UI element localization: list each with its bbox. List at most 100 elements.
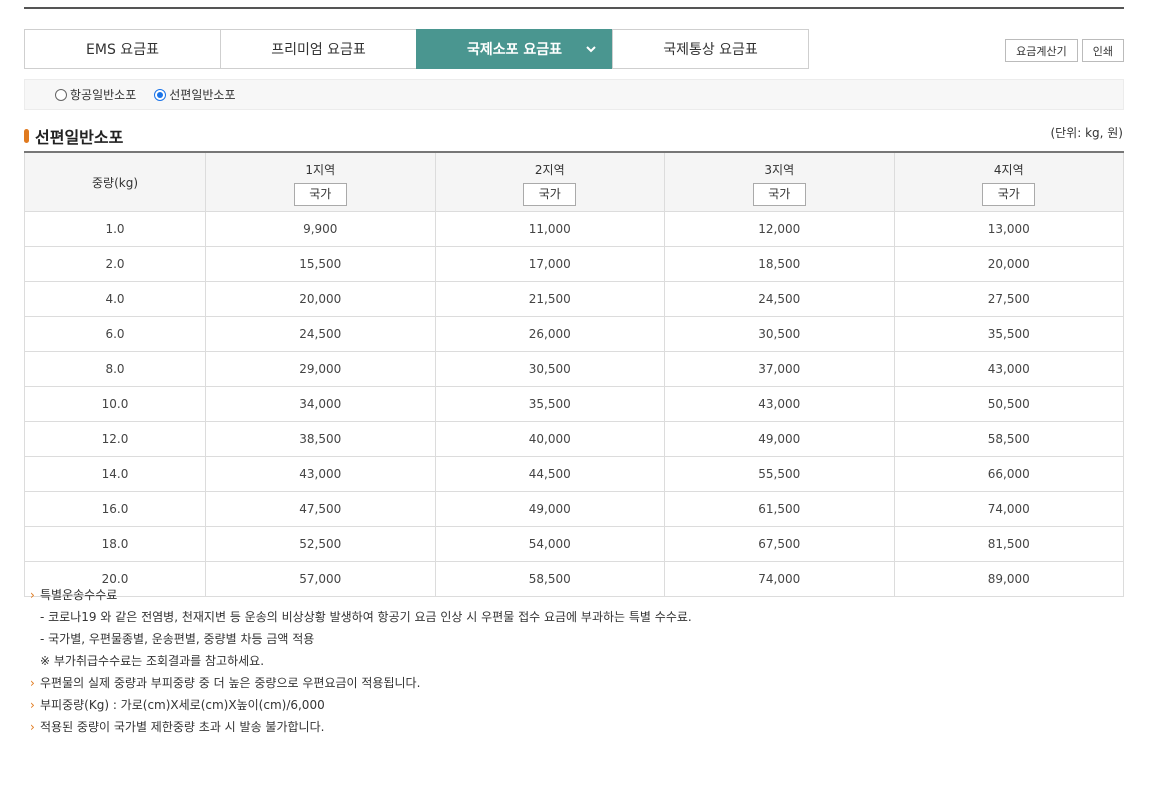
note-text: - 국가별, 우편물종별, 운송편별, 중량별 차등 금액 적용 bbox=[40, 632, 315, 646]
radio-air-parcel-circle[interactable] bbox=[55, 88, 67, 101]
region-header-3: 3지역 국가 bbox=[664, 151, 895, 212]
rate-cell: 30,500 bbox=[434, 351, 665, 387]
rate-table: 중량(kg) 1지역 국가 2지역 국가 3지역 국가 4지역 국가 1.0 9… bbox=[24, 151, 1124, 597]
tab-premium-label: 프리미엄 요금표 bbox=[271, 42, 366, 58]
table-row: 10.0 34,000 35,500 43,000 50,500 bbox=[24, 386, 1124, 422]
note-arrow-icon: › bbox=[30, 720, 35, 734]
table-row: 2.0 15,500 17,000 18,500 20,000 bbox=[24, 246, 1124, 282]
rate-tabs: EMS 요금표 프리미엄 요금표 국제소포 요금표 국제통상 요금표 bbox=[24, 29, 809, 69]
rate-cell: 50,500 bbox=[893, 386, 1124, 422]
weight-cell: 8.0 bbox=[24, 351, 206, 387]
rate-cell: 89,000 bbox=[893, 561, 1124, 597]
weight-cell: 12.0 bbox=[24, 421, 206, 457]
rate-cell: 37,000 bbox=[664, 351, 895, 387]
country-button-2[interactable]: 국가 bbox=[523, 182, 577, 206]
table-row: 16.0 47,500 49,000 61,500 74,000 bbox=[24, 491, 1124, 527]
region-label: 3지역 bbox=[764, 162, 795, 177]
rate-cell: 11,000 bbox=[434, 211, 665, 247]
rate-cell: 66,000 bbox=[893, 456, 1124, 492]
top-buttons: 요금계산기 인쇄 bbox=[1005, 39, 1124, 62]
rate-cell: 24,500 bbox=[664, 281, 895, 317]
rate-cell: 9,900 bbox=[205, 211, 436, 247]
rate-cell: 38,500 bbox=[205, 421, 436, 457]
note-subitem: ※ 부가취급수수료는 조회결과를 참고하세요. bbox=[30, 650, 692, 672]
parcel-type-radios: 항공일반소포 선편일반소포 bbox=[24, 79, 1124, 110]
rate-cell: 67,500 bbox=[664, 526, 895, 562]
rate-cell: 20,000 bbox=[205, 281, 436, 317]
rate-cell: 18,500 bbox=[664, 246, 895, 282]
note-item: › 부피중량(Kg) : 가로(cm)X세로(cm)X높이(cm)/6,000 bbox=[30, 694, 692, 716]
tab-intl-letter[interactable]: 국제통상 요금표 bbox=[612, 29, 809, 69]
radio-sea-parcel-circle[interactable] bbox=[154, 88, 167, 101]
region-label: 2지역 bbox=[534, 162, 565, 177]
radio-sea-parcel-label: 선편일반소포 bbox=[169, 88, 236, 102]
note-text: 부피중량(Kg) : 가로(cm)X세로(cm)X높이(cm)/6,000 bbox=[40, 698, 325, 712]
note-item: › 적용된 중량이 국가별 제한중량 초과 시 발송 불가합니다. bbox=[30, 716, 692, 738]
note-arrow-icon: › bbox=[30, 676, 35, 690]
rate-cell: 34,000 bbox=[205, 386, 436, 422]
rate-cell: 49,000 bbox=[664, 421, 895, 457]
rate-cell: 30,500 bbox=[664, 316, 895, 352]
section-bullet-icon bbox=[24, 129, 29, 143]
country-button-1[interactable]: 국가 bbox=[293, 182, 347, 206]
rate-cell: 61,500 bbox=[664, 491, 895, 527]
region-header-4: 4지역 국가 bbox=[893, 151, 1124, 212]
weight-cell: 14.0 bbox=[24, 456, 206, 492]
note-text: - 코로나19 와 같은 전염병, 천재지변 등 운송의 비상상황 발생하여 항… bbox=[40, 610, 692, 624]
rate-cell: 35,500 bbox=[434, 386, 665, 422]
top-rule bbox=[24, 7, 1124, 9]
rate-cell: 47,500 bbox=[205, 491, 436, 527]
rate-cell: 27,500 bbox=[893, 281, 1124, 317]
weight-header: 중량(kg) bbox=[24, 151, 206, 212]
rate-cell: 40,000 bbox=[434, 421, 665, 457]
note-item: › 특별운송수수료 bbox=[30, 584, 692, 606]
rate-cell: 12,000 bbox=[664, 211, 895, 247]
radio-air-parcel-label: 항공일반소포 bbox=[70, 88, 137, 102]
calculator-button[interactable]: 요금계산기 bbox=[1005, 39, 1078, 62]
weight-cell: 1.0 bbox=[24, 211, 206, 247]
note-text: 특별운송수수료 bbox=[40, 588, 118, 602]
note-text: ※ 부가취급수수료는 조회결과를 참고하세요. bbox=[40, 654, 265, 668]
rate-cell: 15,500 bbox=[205, 246, 436, 282]
rate-cell: 58,500 bbox=[893, 421, 1124, 457]
note-arrow-icon: › bbox=[30, 588, 35, 602]
section-heading: 선편일반소포 bbox=[24, 124, 123, 148]
tab-intl-parcel[interactable]: 국제소포 요금표 bbox=[416, 29, 613, 69]
table-row: 18.0 52,500 54,000 67,500 81,500 bbox=[24, 526, 1124, 562]
country-button-3[interactable]: 국가 bbox=[752, 182, 806, 206]
radio-sea-parcel[interactable]: 선편일반소포 bbox=[154, 86, 236, 103]
note-subitem: - 국가별, 우편물종별, 운송편별, 중량별 차등 금액 적용 bbox=[30, 628, 692, 650]
rate-cell: 43,000 bbox=[664, 386, 895, 422]
rate-cell: 29,000 bbox=[205, 351, 436, 387]
radio-air-parcel[interactable]: 항공일반소포 bbox=[55, 86, 136, 103]
note-subitem: - 코로나19 와 같은 전염병, 천재지변 등 운송의 비상상황 발생하여 항… bbox=[30, 606, 692, 628]
note-arrow-icon: › bbox=[30, 698, 35, 712]
rate-cell: 21,500 bbox=[434, 281, 665, 317]
rate-cell: 74,000 bbox=[893, 491, 1124, 527]
table-row: 12.0 38,500 40,000 49,000 58,500 bbox=[24, 421, 1124, 457]
weight-cell: 6.0 bbox=[24, 316, 206, 352]
rate-cell: 26,000 bbox=[434, 316, 665, 352]
rate-cell: 20,000 bbox=[893, 246, 1124, 282]
weight-cell: 4.0 bbox=[24, 281, 206, 317]
page: EMS 요금표 프리미엄 요금표 국제소포 요금표 국제통상 요금표 요금계산기… bbox=[0, 0, 1153, 790]
table-row: 8.0 29,000 30,500 37,000 43,000 bbox=[24, 351, 1124, 387]
print-button[interactable]: 인쇄 bbox=[1081, 39, 1124, 62]
table-row: 4.0 20,000 21,500 24,500 27,500 bbox=[24, 281, 1124, 317]
rate-cell: 43,000 bbox=[205, 456, 436, 492]
table-row: 14.0 43,000 44,500 55,500 66,000 bbox=[24, 456, 1124, 492]
tab-intl-parcel-label: 국제소포 요금표 bbox=[466, 42, 563, 58]
rate-cell: 52,500 bbox=[205, 526, 436, 562]
country-button-4[interactable]: 국가 bbox=[982, 182, 1036, 206]
tab-ems[interactable]: EMS 요금표 bbox=[24, 29, 221, 69]
section-title: 선편일반소포 bbox=[35, 128, 124, 147]
weight-cell: 18.0 bbox=[24, 526, 206, 562]
tab-premium[interactable]: 프리미엄 요금표 bbox=[220, 29, 417, 69]
weight-cell: 10.0 bbox=[24, 386, 206, 422]
region-label: 1지역 bbox=[305, 162, 336, 177]
rate-cell: 44,500 bbox=[434, 456, 665, 492]
region-header-2: 2지역 국가 bbox=[434, 151, 665, 212]
weight-cell: 2.0 bbox=[24, 246, 206, 282]
region-label: 4지역 bbox=[993, 162, 1024, 177]
region-header-1: 1지역 국가 bbox=[205, 151, 436, 212]
